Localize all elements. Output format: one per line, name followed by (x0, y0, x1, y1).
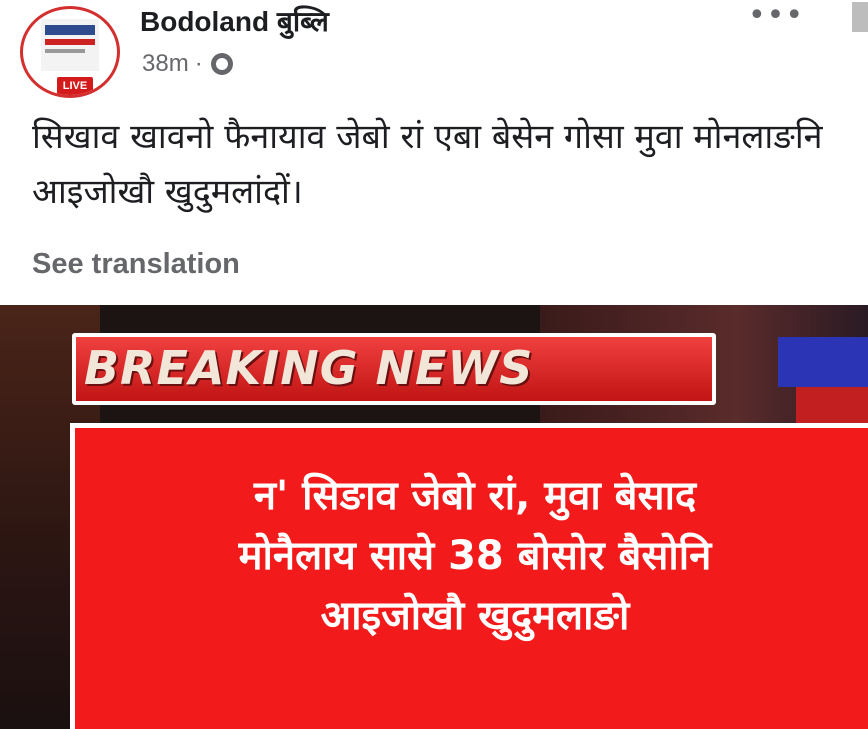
page-name[interactable]: Bodoland बुब्लि (140, 2, 329, 40)
post-meta: 38m · (142, 50, 233, 78)
avatar-logo-stripe (45, 39, 95, 45)
post-image[interactable]: BREAKING NEWS न' सिङाव जेबो रां, मुवा बे… (0, 305, 868, 729)
avatar-logo-bar (45, 25, 95, 35)
avatar-logo (41, 19, 99, 71)
breaking-news-label: BREAKING NEWS (84, 341, 534, 395)
meta-separator: · (194, 50, 203, 77)
breaking-news-banner: BREAKING NEWS (72, 333, 716, 405)
post-time[interactable]: 38m (142, 50, 189, 78)
flag-blue-stripe (778, 337, 868, 387)
avatar-logo-line (45, 49, 85, 53)
edge-mark (852, 2, 868, 32)
live-badge: LIVE (57, 77, 93, 95)
headline-text: न' सिङाव जेबो रां, मुवा बेसाद मोनैलाय सा… (238, 473, 712, 639)
headline-box: न' सिङाव जेबो रां, मुवा बेसाद मोनैलाय सा… (70, 423, 868, 729)
more-horizontal-icon[interactable]: ••• (746, 1, 806, 34)
post-text: सिखाव खावनो फैनायाव जेबो रां एबा बेसेन ग… (32, 117, 823, 212)
page-avatar[interactable]: LIVE (20, 6, 120, 98)
post-header: LIVE Bodoland बुब्लि 38m · ••• सिखाव खाव… (0, 0, 868, 305)
see-translation-link[interactable]: See translation (32, 248, 240, 281)
globe-icon (210, 53, 233, 75)
